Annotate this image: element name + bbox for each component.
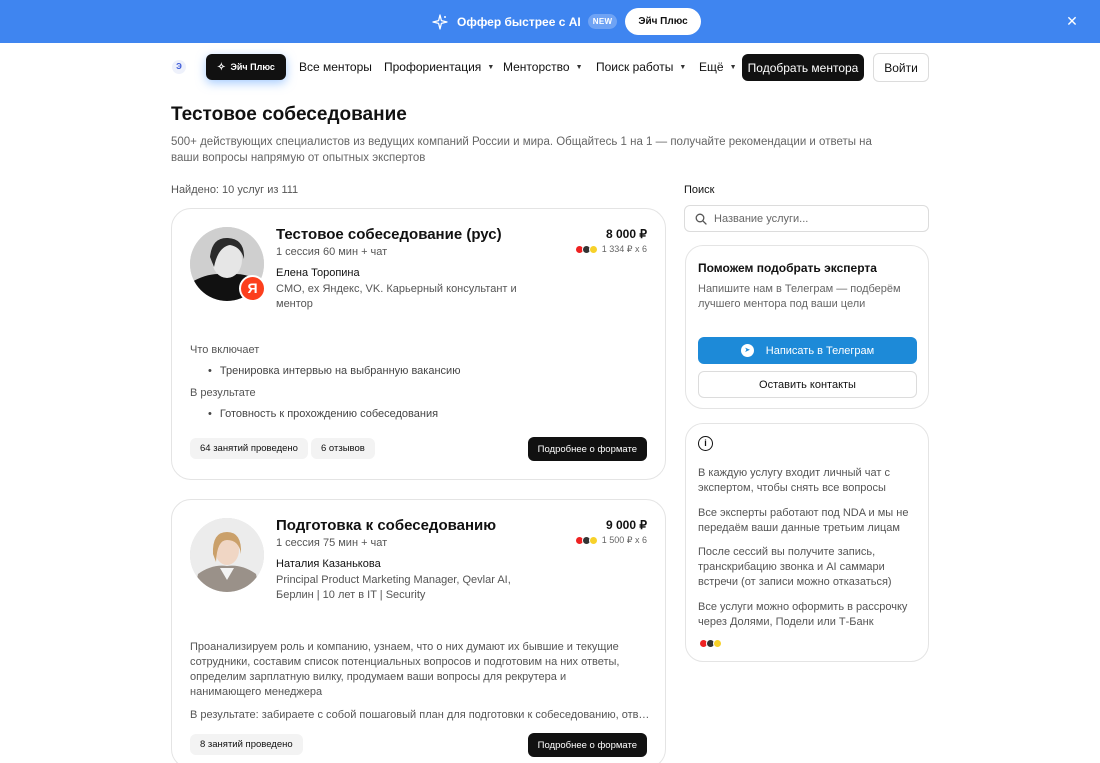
new-badge: NEW (587, 14, 618, 29)
sparkle-icon (432, 13, 448, 30)
sparkle-icon: ✧ (217, 61, 226, 73)
installment-price: 1 334 ₽ x 6 (601, 244, 647, 254)
plus-button-label: Эйч Плюс (230, 62, 275, 72)
close-icon[interactable]: ✕ (1064, 13, 1080, 29)
results-count: Найдено: 10 услуг из 111 (171, 184, 299, 196)
includes-label: Что включает (190, 344, 260, 356)
result-item: Готовность к прохождению собеседования (208, 408, 438, 420)
telegram-button[interactable]: ➤ Написать в Телеграм (698, 337, 917, 364)
search-label: Поиск (684, 184, 715, 196)
telegram-button-label: Написать в Телеграм (765, 344, 875, 357)
search-input[interactable] (714, 212, 914, 225)
pick-mentor-button[interactable]: Подобрать ментора (742, 54, 864, 81)
search-icon (695, 213, 707, 225)
mentor-name[interactable]: Елена Торопина (276, 267, 360, 279)
payment-methods-icon (699, 639, 722, 648)
search-field[interactable] (684, 205, 929, 232)
sessions-count-tag: 8 занятий проведено (190, 734, 303, 755)
format-details-button[interactable]: Подробнее о формате (527, 733, 647, 757)
promo-banner-content: Оффер быстрее с AI NEW Эйч Плюс (432, 8, 701, 35)
mentor-description: Principal Product Marketing Manager, Qev… (276, 574, 511, 601)
sessions-count-tag: 64 занятий проведено (190, 438, 308, 459)
session-info: 1 сессия 75 мин + чат (276, 537, 388, 549)
info-text: Все эксперты работают под NDA и мы не пе… (698, 507, 909, 534)
service-title[interactable]: Подготовка к собеседованию (276, 517, 496, 534)
nav-job-search[interactable]: Поиск работы ▼ (596, 60, 686, 74)
chevron-down-icon: ▼ (679, 63, 687, 71)
nav-label: Менторство (503, 60, 570, 74)
info-text: Все услуги можно оформить в рассрочку че… (698, 601, 908, 628)
service-description: Проанализируем роль и компанию, узнаем, … (190, 641, 620, 698)
info-card: i В каждую услугу входит личный чат с эк… (685, 423, 929, 662)
site-logo[interactable]: Э (172, 60, 186, 74)
nav-all-mentors[interactable]: Все менторы (299, 60, 372, 74)
help-title: Поможем подобрать эксперта (698, 261, 877, 275)
payment-methods-icon (574, 245, 598, 254)
page-title: Тестовое собеседование (171, 104, 407, 125)
info-text: После сессий вы получите запись, транскр… (698, 546, 892, 588)
price: 9 000 ₽ (606, 518, 647, 532)
leave-contacts-button[interactable]: Оставить контакты (698, 371, 917, 398)
nav-career-guidance[interactable]: Профориентация ▼ (384, 60, 494, 74)
service-result: В результате: забираете с собой пошаговы… (190, 709, 650, 721)
includes-item: Тренировка интервью на выбранную ваканси… (208, 365, 461, 377)
session-info: 1 сессия 60 мин + чат (276, 246, 388, 258)
nav-label: Профориентация (384, 60, 482, 74)
info-icon: i (698, 436, 713, 451)
telegram-icon: ➤ (740, 344, 754, 357)
chevron-down-icon: ▼ (575, 63, 583, 71)
promo-text: Оффер быстрее с AI (457, 14, 581, 29)
service-card[interactable]: Я Тестовое собеседование (рус) 1 сессия … (171, 208, 666, 480)
help-card: Поможем подобрать эксперта Напишите нам … (685, 245, 929, 409)
nav-label: Поиск работы (596, 60, 674, 74)
nav-label: Все менторы (299, 60, 372, 74)
reviews-count-tag[interactable]: 6 отзывов (311, 438, 375, 459)
info-text: В каждую услугу входит личный чат с эксп… (698, 467, 890, 494)
avatar (190, 518, 264, 592)
service-title[interactable]: Тестовое собеседование (рус) (276, 226, 502, 243)
plus-button[interactable]: ✧ Эйч Плюс (206, 54, 286, 80)
help-text: Напишите нам в Телеграм — подберём лучше… (698, 283, 901, 310)
format-details-button[interactable]: Подробнее о формате (527, 437, 647, 461)
mentor-name[interactable]: Наталия Казанькова (276, 558, 381, 570)
nav-more[interactable]: Ещё ▼ (699, 60, 737, 74)
promo-plus-button[interactable]: Эйч Плюс (625, 8, 701, 35)
mentor-description: CMO, ex Яндекс, VK. Карьерный консультан… (276, 283, 517, 310)
payment-methods-icon (574, 536, 598, 545)
installment-price: 1 500 ₽ x 6 (601, 535, 647, 545)
promo-banner: Оффер быстрее с AI NEW Эйч Плюс ✕ (0, 0, 1100, 43)
chevron-down-icon: ▼ (487, 63, 495, 71)
nav-label: Ещё (699, 60, 724, 74)
installment-info: 1 334 ₽ x 6 (574, 244, 647, 255)
login-button[interactable]: Войти (873, 53, 929, 82)
result-label: В результате (190, 387, 256, 399)
nav-mentorship[interactable]: Менторство ▼ (503, 60, 583, 74)
price: 8 000 ₽ (606, 227, 647, 241)
installment-info: 1 500 ₽ x 6 (574, 535, 647, 546)
chevron-down-icon: ▼ (729, 63, 737, 71)
service-card[interactable]: Подготовка к собеседованию 1 сессия 75 м… (171, 499, 666, 763)
company-logo-badge: Я (239, 275, 266, 302)
page-subtitle: 500+ действующих специалистов из ведущих… (171, 136, 872, 164)
